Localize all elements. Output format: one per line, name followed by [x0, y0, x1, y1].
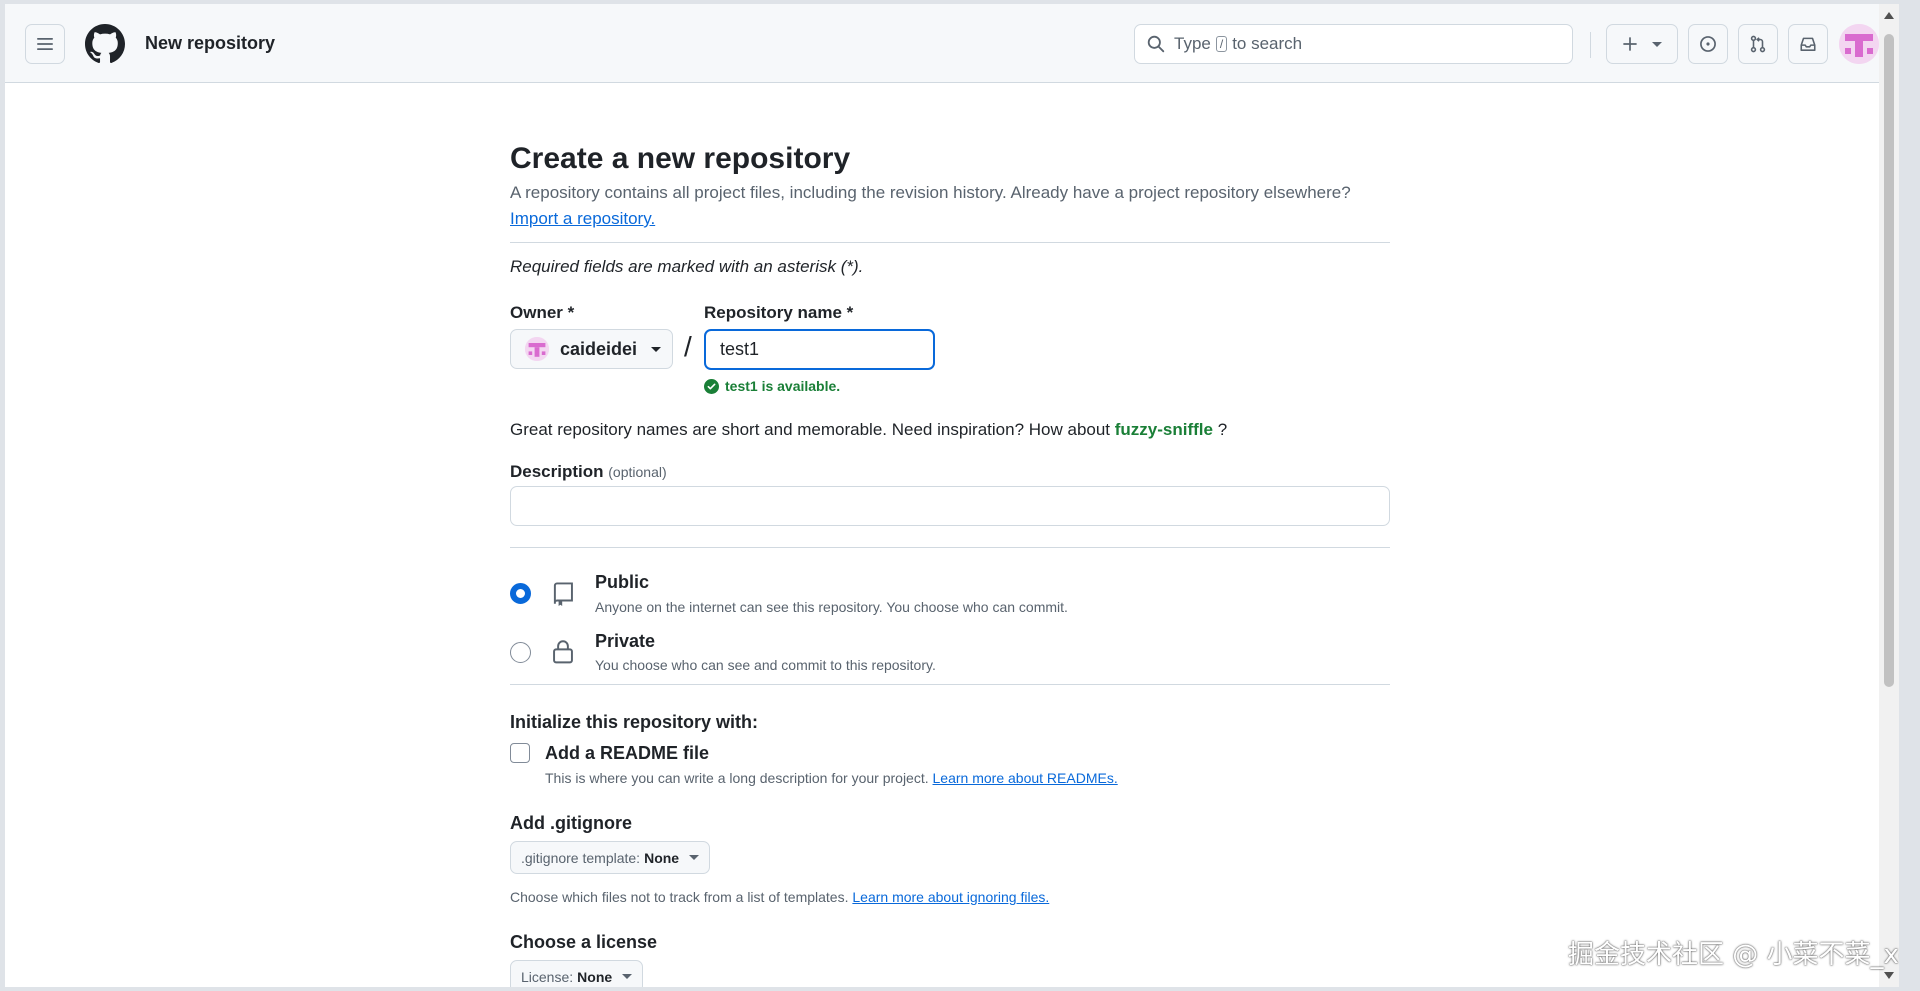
hint-text: Great repository names are short and mem…: [510, 420, 1111, 439]
page-context-title[interactable]: New repository: [145, 33, 275, 54]
create-new-button[interactable]: [1606, 24, 1678, 64]
gitignore-template-select[interactable]: .gitignore template: None: [510, 841, 711, 874]
import-repository-link[interactable]: Import a repository.: [510, 209, 655, 229]
gitignore-description: Choose which files not to track from a l…: [510, 889, 1049, 905]
gitignore-description-text: Choose which files not to track from a l…: [510, 889, 849, 905]
repo-name-label: Repository name *: [704, 303, 854, 322]
lock-icon: [553, 640, 573, 664]
gitignore-select-value: None: [644, 849, 680, 866]
scroll-down-icon[interactable]: [1884, 972, 1894, 979]
check-circle-icon: [704, 378, 719, 394]
identicon-icon: [525, 337, 549, 361]
license-select-value: None: [577, 968, 613, 985]
license-title: Choose a license: [510, 932, 658, 952]
divider: [510, 547, 1390, 548]
search-icon: [1147, 35, 1165, 53]
chevron-down-icon: [651, 346, 662, 352]
owner-avatar: [525, 337, 549, 361]
availability-text: test1 is available.: [725, 378, 841, 394]
availability-status: test1 is available.: [704, 378, 840, 394]
inbox-icon: [1800, 37, 1816, 51]
readme-description-text: This is where you can write a long descr…: [545, 770, 929, 786]
readme-description: This is where you can write a long descr…: [545, 770, 1118, 786]
inbox-button[interactable]: [1788, 24, 1828, 64]
gitignore-select-prefix: .gitignore template:: [521, 849, 641, 866]
pull-request-icon: [1750, 35, 1766, 53]
user-avatar[interactable]: [1839, 24, 1879, 64]
repo-icon: [553, 582, 573, 607]
description-label: Description (optional): [510, 462, 667, 482]
search-placeholder-prefix: Type: [1174, 34, 1211, 53]
browser-viewport: New repository Type / to search Create a…: [5, 4, 1899, 987]
chevron-down-icon: [689, 855, 700, 860]
readme-label[interactable]: Add a README file: [545, 743, 709, 764]
optional-tag: (optional): [608, 464, 667, 480]
initialize-title: Initialize this repository with:: [510, 712, 759, 732]
issues-button[interactable]: [1688, 24, 1728, 64]
plus-icon: [1623, 37, 1637, 51]
pull-requests-button[interactable]: [1738, 24, 1778, 64]
license-select[interactable]: License: None: [510, 960, 644, 987]
chevron-down-icon: [1652, 41, 1662, 47]
search-input[interactable]: Type / to search: [1134, 24, 1573, 64]
private-title: Private: [595, 631, 656, 651]
page-scrollbar[interactable]: [1879, 4, 1899, 987]
search-placeholder-suffix: to search: [1232, 34, 1303, 53]
divider: [510, 242, 1390, 243]
gitignore-learn-more-link[interactable]: Learn more about ignoring files.: [852, 889, 1049, 905]
hamburger-icon: [37, 38, 53, 50]
public-radio[interactable]: [510, 583, 531, 604]
gitignore-title: Add .gitignore: [510, 813, 632, 833]
watermark: 掘金技术社区 @ 小菜不菜_xc: [1568, 940, 1899, 970]
owner-select[interactable]: caideidei: [510, 329, 673, 369]
description-input[interactable]: [510, 486, 1390, 526]
required-fields-note: Required fields are marked with an aster…: [510, 257, 864, 276]
name-suggestion-hint: Great repository names are short and mem…: [510, 420, 1227, 440]
divider: [510, 684, 1390, 685]
page-title: Create a new repository: [510, 142, 851, 175]
page-subtitle: A repository contains all project files,…: [510, 183, 1351, 202]
search-shortcut-key: /: [1215, 36, 1228, 52]
identicon-icon: [1839, 24, 1879, 64]
issue-opened-icon: [1700, 36, 1716, 52]
public-description: Anyone on the internet can see this repo…: [595, 599, 1068, 615]
hint-question-mark: ?: [1217, 420, 1228, 439]
header-divider: [1590, 32, 1591, 58]
public-title: Public: [595, 572, 650, 592]
owner-label: Owner *: [510, 303, 575, 322]
chevron-down-icon: [622, 974, 633, 979]
menu-button[interactable]: [25, 24, 65, 64]
scroll-up-icon[interactable]: [1884, 12, 1894, 19]
readme-learn-more-link[interactable]: Learn more about READMEs.: [933, 770, 1118, 786]
description-label-text: Description: [510, 462, 604, 481]
private-description: You choose who can see and commit to thi…: [595, 657, 936, 673]
readme-checkbox[interactable]: [510, 743, 530, 763]
owner-name: caideidei: [560, 338, 638, 359]
suggested-name-link[interactable]: fuzzy-sniffle: [1115, 420, 1213, 439]
repository-name-input[interactable]: [704, 329, 935, 370]
owner-repo-separator: /: [684, 331, 692, 362]
github-logo-icon[interactable]: [85, 24, 125, 64]
scrollbar-thumb[interactable]: [1884, 34, 1894, 687]
global-header: New repository Type / to search: [5, 4, 1899, 83]
private-radio[interactable]: [510, 642, 531, 663]
license-select-prefix: License:: [521, 968, 574, 985]
